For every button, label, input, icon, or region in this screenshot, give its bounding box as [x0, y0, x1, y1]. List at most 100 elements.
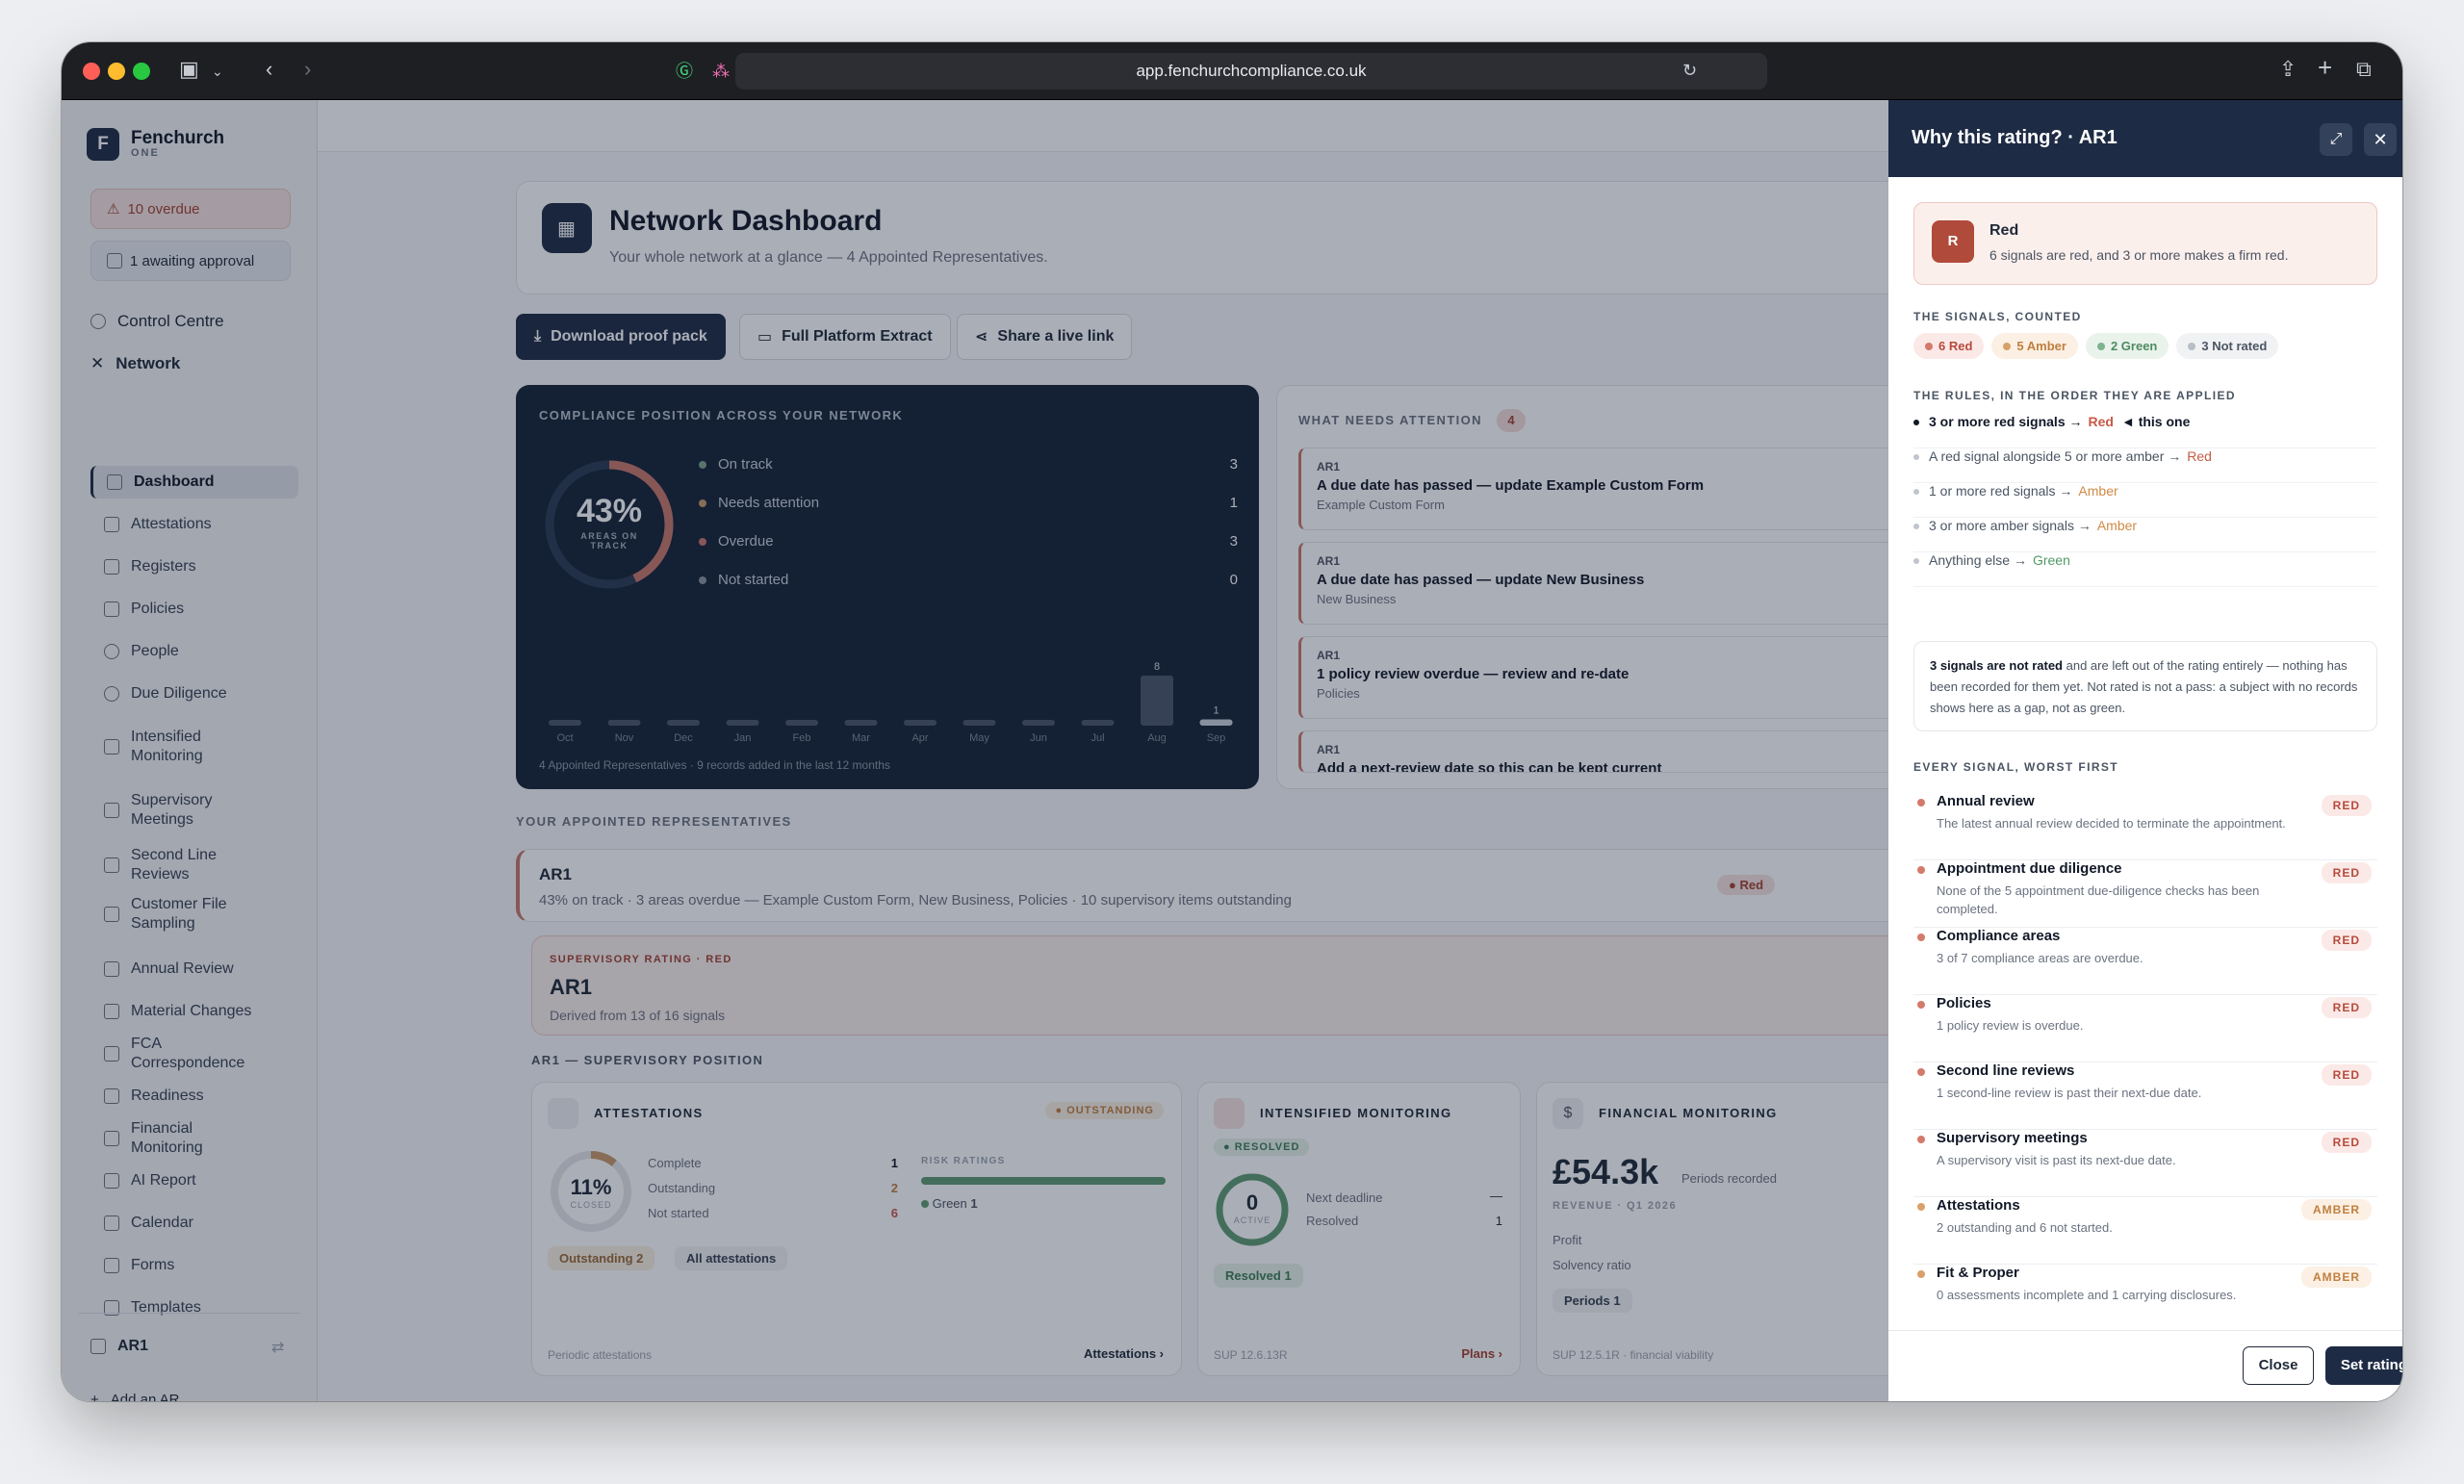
verdict-card: R Red 6 signals are red, and 3 or more m…	[1913, 202, 2377, 285]
reload-icon[interactable]: ↻	[1682, 59, 1697, 82]
signal-dot	[1917, 934, 1925, 941]
rule-item: A red signal alongside 5 or more amber →…	[1913, 448, 2377, 483]
count-label: 3 Not rated	[2201, 339, 2268, 353]
rule-result: Amber	[2096, 518, 2138, 533]
signal-desc: 2 outstanding and 6 not started.	[1937, 1220, 2113, 1235]
panel-footer: Close Set rating →	[1888, 1330, 2402, 1401]
signal-desc: A supervisory visit is past its next-due…	[1937, 1153, 2176, 1167]
signal-dot	[1917, 1136, 1925, 1143]
counted-label: THE SIGNALS, COUNTED	[1913, 310, 2082, 323]
count-chip: 3 Not rated	[2176, 333, 2279, 359]
signal-title: Second line reviews	[1937, 1062, 2075, 1079]
tabs-overview-icon[interactable]: ⧉	[2356, 58, 2372, 81]
signal-title: Compliance areas	[1937, 928, 2061, 944]
signal-dot	[1917, 1001, 1925, 1009]
rule-item: 3 or more red signals → Red ◄ this one	[1913, 414, 2377, 448]
forward-icon[interactable]: ›	[304, 58, 311, 81]
count-label: 2 Green	[2110, 339, 2158, 353]
maximize-window-button[interactable]	[133, 63, 150, 80]
signal-desc: The latest annual review decided to term…	[1937, 816, 2286, 831]
signal-item[interactable]: Second line reviews 1 second-line review …	[1913, 1062, 2377, 1130]
back-icon[interactable]: ‹	[266, 58, 272, 81]
panel-title: Why this rating? · AR1	[1912, 127, 2118, 148]
rule-text: 1 or more red signals →	[1929, 483, 2073, 499]
rule-item: 3 or more amber signals → Amber	[1913, 518, 2377, 552]
signal-item[interactable]: Fit & Proper 0 assessments incomplete and…	[1913, 1265, 2377, 1330]
rule-bullet	[1913, 558, 1919, 565]
new-tab-icon[interactable]: +	[2318, 55, 2332, 80]
rule-text: A red signal alongside 5 or more amber →	[1929, 448, 2182, 464]
rule-text: 3 or more red signals →	[1929, 414, 2083, 429]
count-chip: 5 Amber	[1991, 333, 2078, 359]
signal-title: Policies	[1937, 995, 1991, 1011]
count-dot	[2096, 343, 2105, 350]
rule-result: Red	[2187, 448, 2212, 464]
count-dot	[2188, 343, 2196, 350]
signal-title: Annual review	[1937, 793, 2035, 809]
signal-desc: None of the 5 appointment due-diligence …	[1937, 883, 2260, 916]
rule-result: Green	[2032, 552, 2070, 568]
rule-item: Anything else → Green	[1913, 552, 2377, 587]
signal-tag: RED	[2321, 862, 2372, 883]
signal-desc: 0 assessments incomplete and 1 carrying …	[1937, 1288, 2237, 1302]
signals-scroll[interactable]: Annual review The latest annual review de…	[1888, 785, 2402, 1330]
extensions-icon[interactable]: ⁂	[712, 60, 730, 83]
browser-window: ▣ ⌄ ‹ › Ⓖ ⁂ ▤ app.fenchurchcompliance.co…	[62, 42, 2402, 1401]
rule-result: Red	[2088, 414, 2114, 429]
rule-result: Amber	[2078, 483, 2118, 499]
verdict-text: 6 signals are red, and 3 or more makes a…	[1989, 247, 2289, 263]
rule-bullet	[1913, 524, 1919, 530]
signal-title: Appointment due diligence	[1937, 860, 2122, 877]
signal-item[interactable]: Appointment due diligence None of the 5 a…	[1913, 860, 2377, 928]
signal-desc: 1 second-line review is past their next-…	[1937, 1086, 2202, 1100]
minimize-window-button[interactable]	[108, 63, 125, 80]
rule-item: 1 or more red signals → Amber	[1913, 483, 2377, 518]
why-rating-panel: Why this rating? · AR1 ⤢ ✕ R Red 6 signa…	[1888, 100, 2402, 1401]
verdict-title: Red	[1989, 222, 2019, 239]
count-label: 5 Amber	[2016, 339, 2066, 353]
signal-item[interactable]: Annual review The latest annual review de…	[1913, 793, 2377, 860]
signal-tag: RED	[2321, 1064, 2372, 1086]
count-dot	[1925, 343, 1933, 350]
not-rated-note: 3 signals are not rated and are left out…	[1913, 641, 2377, 731]
signal-item[interactable]: Compliance areas 3 of 7 compliance areas …	[1913, 928, 2377, 995]
signal-title: Attestations	[1937, 1197, 2020, 1214]
address-bar[interactable]: app.fenchurchcompliance.co.uk	[735, 53, 1767, 90]
count-chip: 2 Green	[2085, 333, 2169, 359]
rule-bullet	[1913, 454, 1919, 461]
count-chip: 6 Red	[1913, 333, 1985, 359]
close-button[interactable]: Close	[2243, 1346, 2314, 1385]
set-rating-button[interactable]: Set rating →	[2325, 1346, 2402, 1385]
sidebar-toggle-icon[interactable]: ▣	[179, 58, 199, 81]
every-signal-label: EVERY SIGNAL, WORST FIRST	[1913, 760, 2119, 774]
panel-header: Why this rating? · AR1 ⤢ ✕	[1888, 100, 2402, 177]
signal-dot	[1917, 866, 1925, 874]
grammarly-icon[interactable]: Ⓖ	[676, 60, 693, 83]
signal-dot	[1917, 799, 1925, 806]
signal-tag: RED	[2321, 997, 2372, 1018]
signal-counts: 6 Red 5 Amber 2 Green 3 Not rated	[1913, 333, 2279, 359]
signal-tag: RED	[2321, 795, 2372, 816]
signal-dot	[1917, 1068, 1925, 1076]
signal-tag: AMBER	[2301, 1199, 2372, 1220]
count-label: 6 Red	[1938, 339, 1973, 353]
rule-current-marker: ◄ this one	[2120, 414, 2191, 429]
verdict-badge: R	[1932, 220, 1974, 263]
rules-label: THE RULES, IN THE ORDER THEY ARE APPLIED	[1913, 389, 2236, 402]
signal-dot	[1917, 1270, 1925, 1278]
rule-text: Anything else →	[1929, 552, 2027, 568]
signal-item[interactable]: Attestations 2 outstanding and 6 not star…	[1913, 1197, 2377, 1265]
share-icon[interactable]: ⇪	[2279, 58, 2297, 81]
signal-desc: 3 of 7 compliance areas are overdue.	[1937, 951, 2143, 965]
signal-title: Fit & Proper	[1937, 1265, 2019, 1281]
signal-item[interactable]: Supervisory meetings A supervisory visit …	[1913, 1130, 2377, 1197]
close-window-button[interactable]	[83, 63, 100, 80]
close-icon[interactable]: ✕	[2364, 123, 2397, 156]
expand-icon[interactable]: ⤢	[2320, 123, 2352, 156]
signal-title: Supervisory meetings	[1937, 1130, 2088, 1146]
modal-overlay[interactable]	[62, 100, 1888, 1401]
signal-item[interactable]: Policies 1 policy review is overdue. RED	[1913, 995, 2377, 1062]
chevron-down-icon[interactable]: ⌄	[212, 60, 223, 83]
note-bold: 3 signals are not rated	[1930, 658, 2063, 673]
signal-tag: RED	[2321, 930, 2372, 951]
